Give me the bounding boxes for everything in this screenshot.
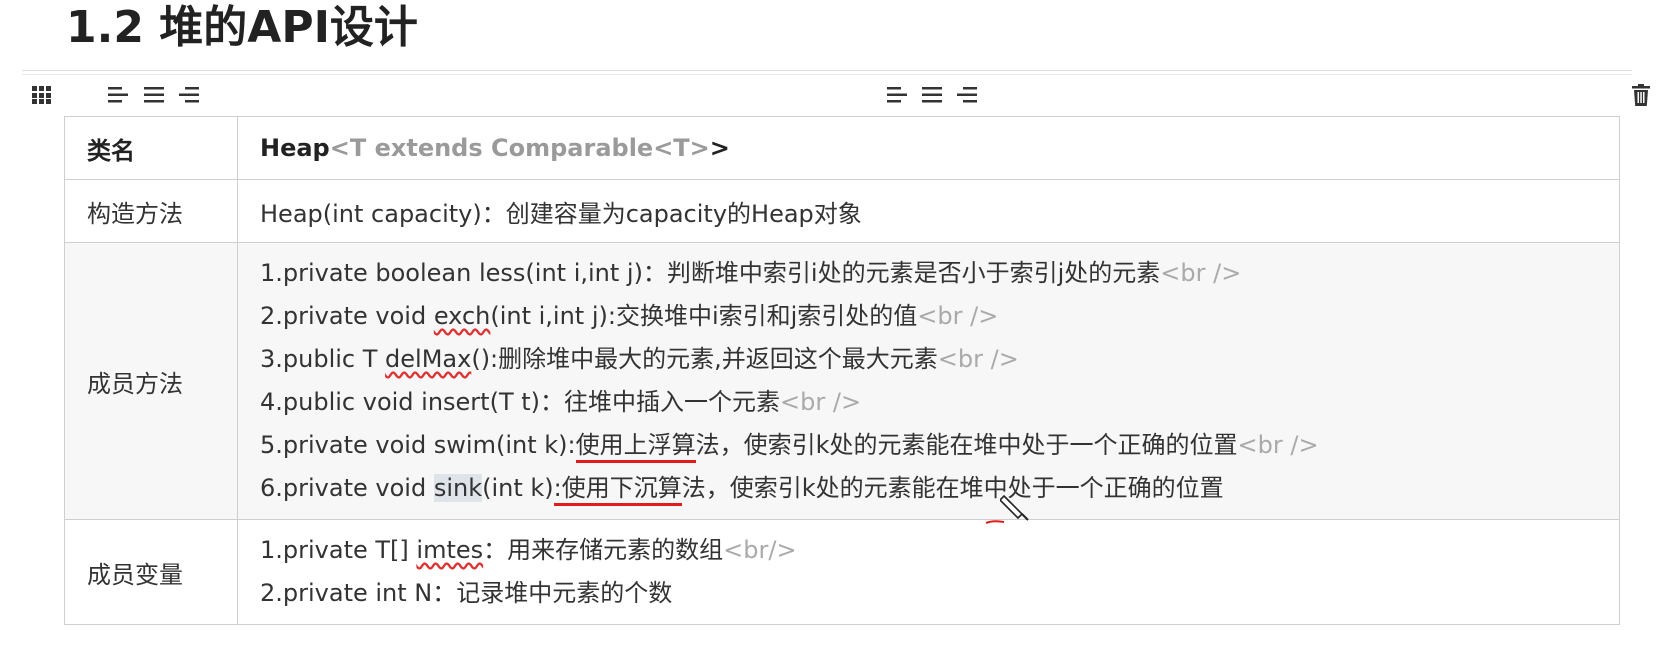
field-line: 1.private T[] imtes：用来存储元素的数组<br/> [260,529,1619,572]
method-line: 1.private boolean less(int i,int j)：判断堆中… [260,252,1619,295]
br-tag: <br /> [1237,431,1319,459]
table-row: 类名 Heap<T extends Comparable<T>> [64,116,1620,180]
generic-close: > [709,134,730,162]
align-right-icon[interactable] [179,84,199,112]
method-text: 4.public void insert(T t)：往堆中插入一个元素 [260,388,781,416]
method-text: (int k) [482,474,554,502]
method-text: 2.private void [260,302,434,330]
spellcheck-word: delMax [385,345,472,373]
method-line: 5.private void swim(int k):使用上浮算法，使索引k处的… [260,424,1619,467]
class-name: Heap [260,134,330,162]
spellcheck-word: imtes [416,536,484,564]
method-text: 法，使索引k处的元素能在堆中处于一个正确的位置 [681,474,1224,502]
annotated-text: 使用上浮算 [575,431,696,463]
row-label[interactable]: 成员方法 [64,242,238,520]
generic-type: <T extends Comparable<T> [329,134,710,162]
annotated-text: :使用下沉算 [553,474,682,506]
br-tag: <br /> [917,302,999,330]
method-text: 6.private void [260,474,434,502]
field-line: 2.private int N：记录堆中元素的个数 [260,572,1619,615]
method-text: ():删除堆中最大的元素,并返回这个最大元素 [471,345,938,373]
method-line: 2.private void exch(int i,int j):交换堆中i索引… [260,295,1619,338]
align-left-icon[interactable] [887,84,907,112]
field-text: ：用来存储元素的数组 [483,536,724,564]
divider [22,70,1632,71]
methods-cell[interactable]: 1.private boolean less(int i,int j)：判断堆中… [237,242,1620,520]
table-row: 成员变量 1.private T[] imtes：用来存储元素的数组<br/> … [64,519,1620,625]
row-label[interactable]: 类名 [64,116,238,180]
fields-cell[interactable]: 1.private T[] imtes：用来存储元素的数组<br/> 2.pri… [237,519,1620,625]
method-text: 3.public T [260,345,386,373]
row-label[interactable]: 构造方法 [64,179,238,243]
method-line: 4.public void insert(T t)：往堆中插入一个元素<br /… [260,381,1619,424]
method-line: 6.private void sink(int k):使用下沉算法，使索引k处的… [260,467,1619,510]
br-tag: <br /> [780,388,862,416]
spellcheck-word: exch [433,302,491,330]
trash-icon[interactable] [1632,84,1650,114]
row-label[interactable]: 成员变量 [64,519,238,625]
api-table: 类名 Heap<T extends Comparable<T>> 构造方法 He… [64,116,1620,625]
selected-text: sink [433,474,483,502]
field-text: 2.private int N：记录堆中元素的个数 [260,579,673,607]
field-text: 1.private T[] [260,536,417,564]
method-text: (int i,int j):交换堆中i索引和j索引处的值 [490,302,918,330]
method-line: 3.public T delMax():删除堆中最大的元素,并返回这个最大元素<… [260,338,1619,381]
class-name-cell[interactable]: Heap<T extends Comparable<T>> [237,116,1620,180]
method-text: 法，使索引k处的元素能在堆中处于一个正确的位置 [695,431,1238,459]
method-text: 5.private void swim(int k): [260,431,576,459]
table-row: 构造方法 Heap(int capacity)：创建容量为capacity的He… [64,179,1620,243]
method-text: 1.private boolean less(int i,int j)：判断堆中… [260,259,1161,287]
table-row: 成员方法 1.private boolean less(int i,int j)… [64,242,1620,520]
grid-icon[interactable] [32,84,52,112]
pen-cursor-icon [1000,494,1029,521]
align-center-icon[interactable] [144,84,164,112]
align-right-icon[interactable] [957,84,977,112]
divider [22,74,1632,75]
align-left-icon[interactable] [108,84,128,112]
align-center-icon[interactable] [922,84,942,112]
table-toolbar [0,84,1671,114]
br-tag: <br /> [1160,259,1242,287]
constructor-cell[interactable]: Heap(int capacity)：创建容量为capacity的Heap对象 [237,179,1620,243]
page-title: 1.2 堆的API设计 [66,2,418,53]
br-tag: <br /> [937,345,1019,373]
br-tag: <br/> [723,536,797,564]
